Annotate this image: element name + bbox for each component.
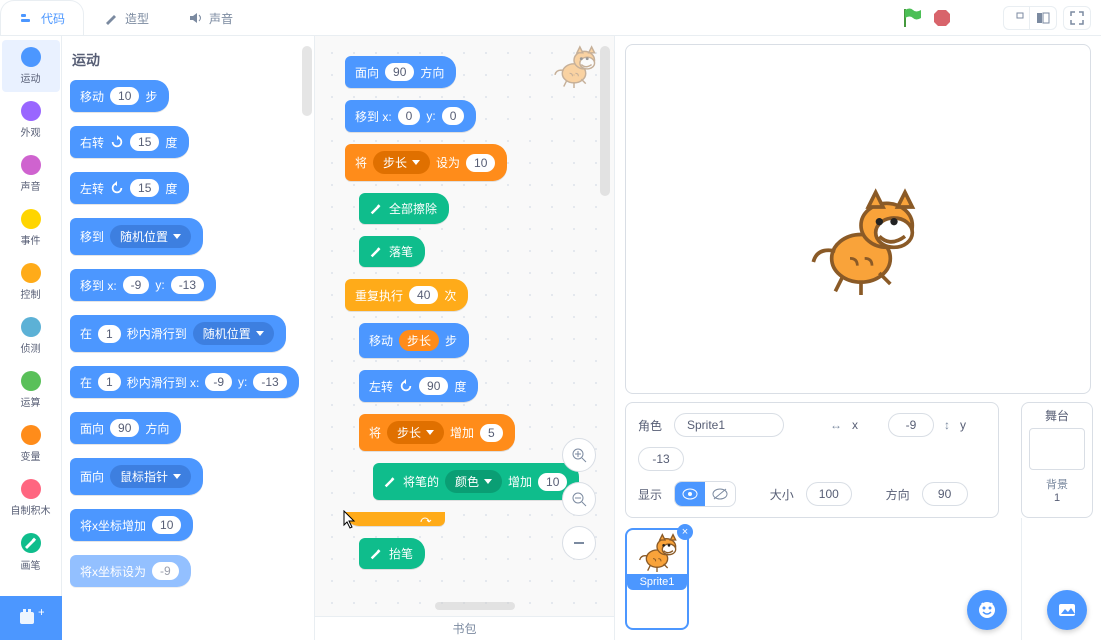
script-pen-change-color[interactable]: 将笔的颜色增加10	[373, 463, 579, 500]
tab-costumes-label: 造型	[125, 10, 149, 27]
fullscreen-button[interactable]	[1063, 6, 1091, 30]
sprite-name-label: 角色	[638, 417, 664, 434]
category-rail: 运动 外观 声音 事件 控制 侦测 运算 变量 自制积木 画笔 +	[0, 36, 62, 640]
show-button[interactable]	[675, 482, 705, 506]
cat-operators[interactable]: 运算	[2, 364, 60, 416]
sprite-x-input[interactable]: -9	[888, 413, 934, 437]
script-turn-ccw[interactable]: 左转90度	[359, 370, 478, 402]
workspace-scrollbar-v[interactable]	[600, 46, 610, 196]
speaker-icon	[187, 10, 203, 26]
backdrop-label: 背景	[1022, 476, 1092, 492]
stage-column: 角色 Sprite1 ↔x -9 ↕y -13 显示 大小 10	[615, 36, 1101, 640]
block-point-dir[interactable]: 面向90方向	[70, 412, 181, 444]
block-set-x[interactable]: 将x坐标设为-9	[70, 555, 191, 587]
code-icon	[19, 10, 35, 26]
workspace-scrollbar-h[interactable]	[435, 602, 515, 610]
block-glide-menu[interactable]: 在1秒内滑行到随机位置	[70, 315, 286, 352]
tab-sounds[interactable]: 声音	[168, 0, 252, 35]
palette-heading: 运动	[72, 50, 306, 70]
script-pen-clear[interactable]: 全部擦除	[359, 193, 449, 224]
block-change-x[interactable]: 将x坐标增加10	[70, 509, 193, 541]
block-palette[interactable]: 运动 移动10步 右转15度 左转15度 移到随机位置 移到 x:-9y:-13…	[62, 36, 314, 640]
size-label: 大小	[770, 486, 796, 503]
tab-code-label: 代码	[41, 10, 65, 27]
sprite-info-panel: 角色 Sprite1 ↔x -9 ↕y -13 显示 大小 10	[625, 402, 999, 518]
cat-motion[interactable]: 运动	[2, 40, 60, 92]
tab-sounds-label: 声音	[209, 10, 233, 27]
stage-title: 舞台	[1022, 407, 1092, 424]
palette-scrollbar[interactable]	[302, 46, 312, 116]
script-point-dir[interactable]: 面向90方向	[345, 56, 456, 88]
sprite-y-input[interactable]: -13	[638, 447, 684, 471]
script-set-var[interactable]: 将步长设为10	[345, 144, 507, 181]
backpack-bar[interactable]: 书包	[315, 616, 614, 640]
tab-code[interactable]: 代码	[0, 0, 84, 35]
add-sprite-button[interactable]	[967, 590, 1007, 630]
backdrop-count: 1	[1022, 492, 1092, 504]
stage-sprite[interactable]	[806, 185, 916, 295]
delete-sprite-button[interactable]: ×	[677, 524, 693, 540]
direction-label: 方向	[886, 486, 912, 503]
script-pen-up[interactable]: 抬笔	[359, 538, 425, 569]
sprite-direction-input[interactable]: 90	[922, 482, 968, 506]
stage[interactable]	[625, 44, 1091, 394]
block-goto-xy[interactable]: 移到 x:-9y:-13	[70, 269, 216, 301]
script-change-var[interactable]: 将步长增加5	[359, 414, 515, 451]
cat-sensing[interactable]: 侦测	[2, 310, 60, 362]
hide-button[interactable]	[705, 482, 735, 506]
stage-size-controls	[997, 0, 1101, 35]
blocks-panel: 运动 外观 声音 事件 控制 侦测 运算 变量 自制积木 画笔 + 运动 移动1…	[0, 36, 315, 640]
paintbrush-icon	[103, 10, 119, 26]
block-turn-ccw[interactable]: 左转15度	[70, 172, 189, 204]
editor-tabs: 代码 造型 声音	[0, 0, 1101, 36]
block-turn-cw[interactable]: 右转15度	[70, 126, 189, 158]
cat-variables[interactable]: 变量	[2, 418, 60, 470]
cat-pen[interactable]: 画笔	[2, 526, 60, 578]
script-move-var[interactable]: 移动步长步	[359, 323, 469, 358]
block-point-towards[interactable]: 面向鼠标指针	[70, 458, 203, 495]
green-flag-icon[interactable]	[901, 7, 921, 29]
script-goto-xy[interactable]: 移到 x:0y:0	[345, 100, 476, 132]
zoom-reset-button[interactable]	[562, 526, 596, 560]
tab-costumes[interactable]: 造型	[84, 0, 168, 35]
cat-myblocks[interactable]: 自制积木	[2, 472, 60, 524]
script-pen-down[interactable]: 落笔	[359, 236, 425, 267]
add-backdrop-button[interactable]	[1047, 590, 1087, 630]
stage-selector[interactable]: 舞台 背景 1	[1021, 402, 1093, 518]
sprite-size-input[interactable]: 100	[806, 482, 852, 506]
show-label: 显示	[638, 486, 664, 503]
svg-text:+: +	[38, 606, 44, 619]
script-stack[interactable]: 面向90方向 移到 x:0y:0 将步长设为10 全部擦除 落笔 重复执行40次…	[345, 56, 579, 581]
sprite-thumb-label: Sprite1	[627, 574, 687, 590]
script-repeat[interactable]: 重复执行40次	[345, 279, 468, 311]
stage-thumbnail[interactable]	[1029, 428, 1085, 470]
block-goto-menu[interactable]: 移到随机位置	[70, 218, 203, 255]
stage-small-button[interactable]	[1004, 7, 1030, 29]
mouse-cursor-icon	[343, 510, 357, 530]
cat-events[interactable]: 事件	[2, 202, 60, 254]
sprite-thumbnail[interactable]: × Sprite1	[625, 528, 689, 630]
add-extension-button[interactable]: +	[0, 596, 62, 640]
visibility-toggle[interactable]	[674, 481, 736, 507]
cat-sound[interactable]: 声音	[2, 148, 60, 200]
block-glide-xy[interactable]: 在1秒内滑行到 x:-9y:-13	[70, 366, 299, 398]
stop-icon[interactable]	[933, 9, 951, 27]
script-repeat-end[interactable]	[345, 512, 445, 526]
cat-looks[interactable]: 外观	[2, 94, 60, 146]
workspace[interactable]: 面向90方向 移到 x:0y:0 将步长设为10 全部擦除 落笔 重复执行40次…	[315, 36, 615, 640]
cat-control[interactable]: 控制	[2, 256, 60, 308]
zoom-in-button[interactable]	[562, 438, 596, 472]
zoom-out-button[interactable]	[562, 482, 596, 516]
stage-large-button[interactable]	[1030, 7, 1056, 29]
sprite-name-input[interactable]: Sprite1	[674, 413, 784, 437]
block-move-steps[interactable]: 移动10步	[70, 80, 169, 112]
